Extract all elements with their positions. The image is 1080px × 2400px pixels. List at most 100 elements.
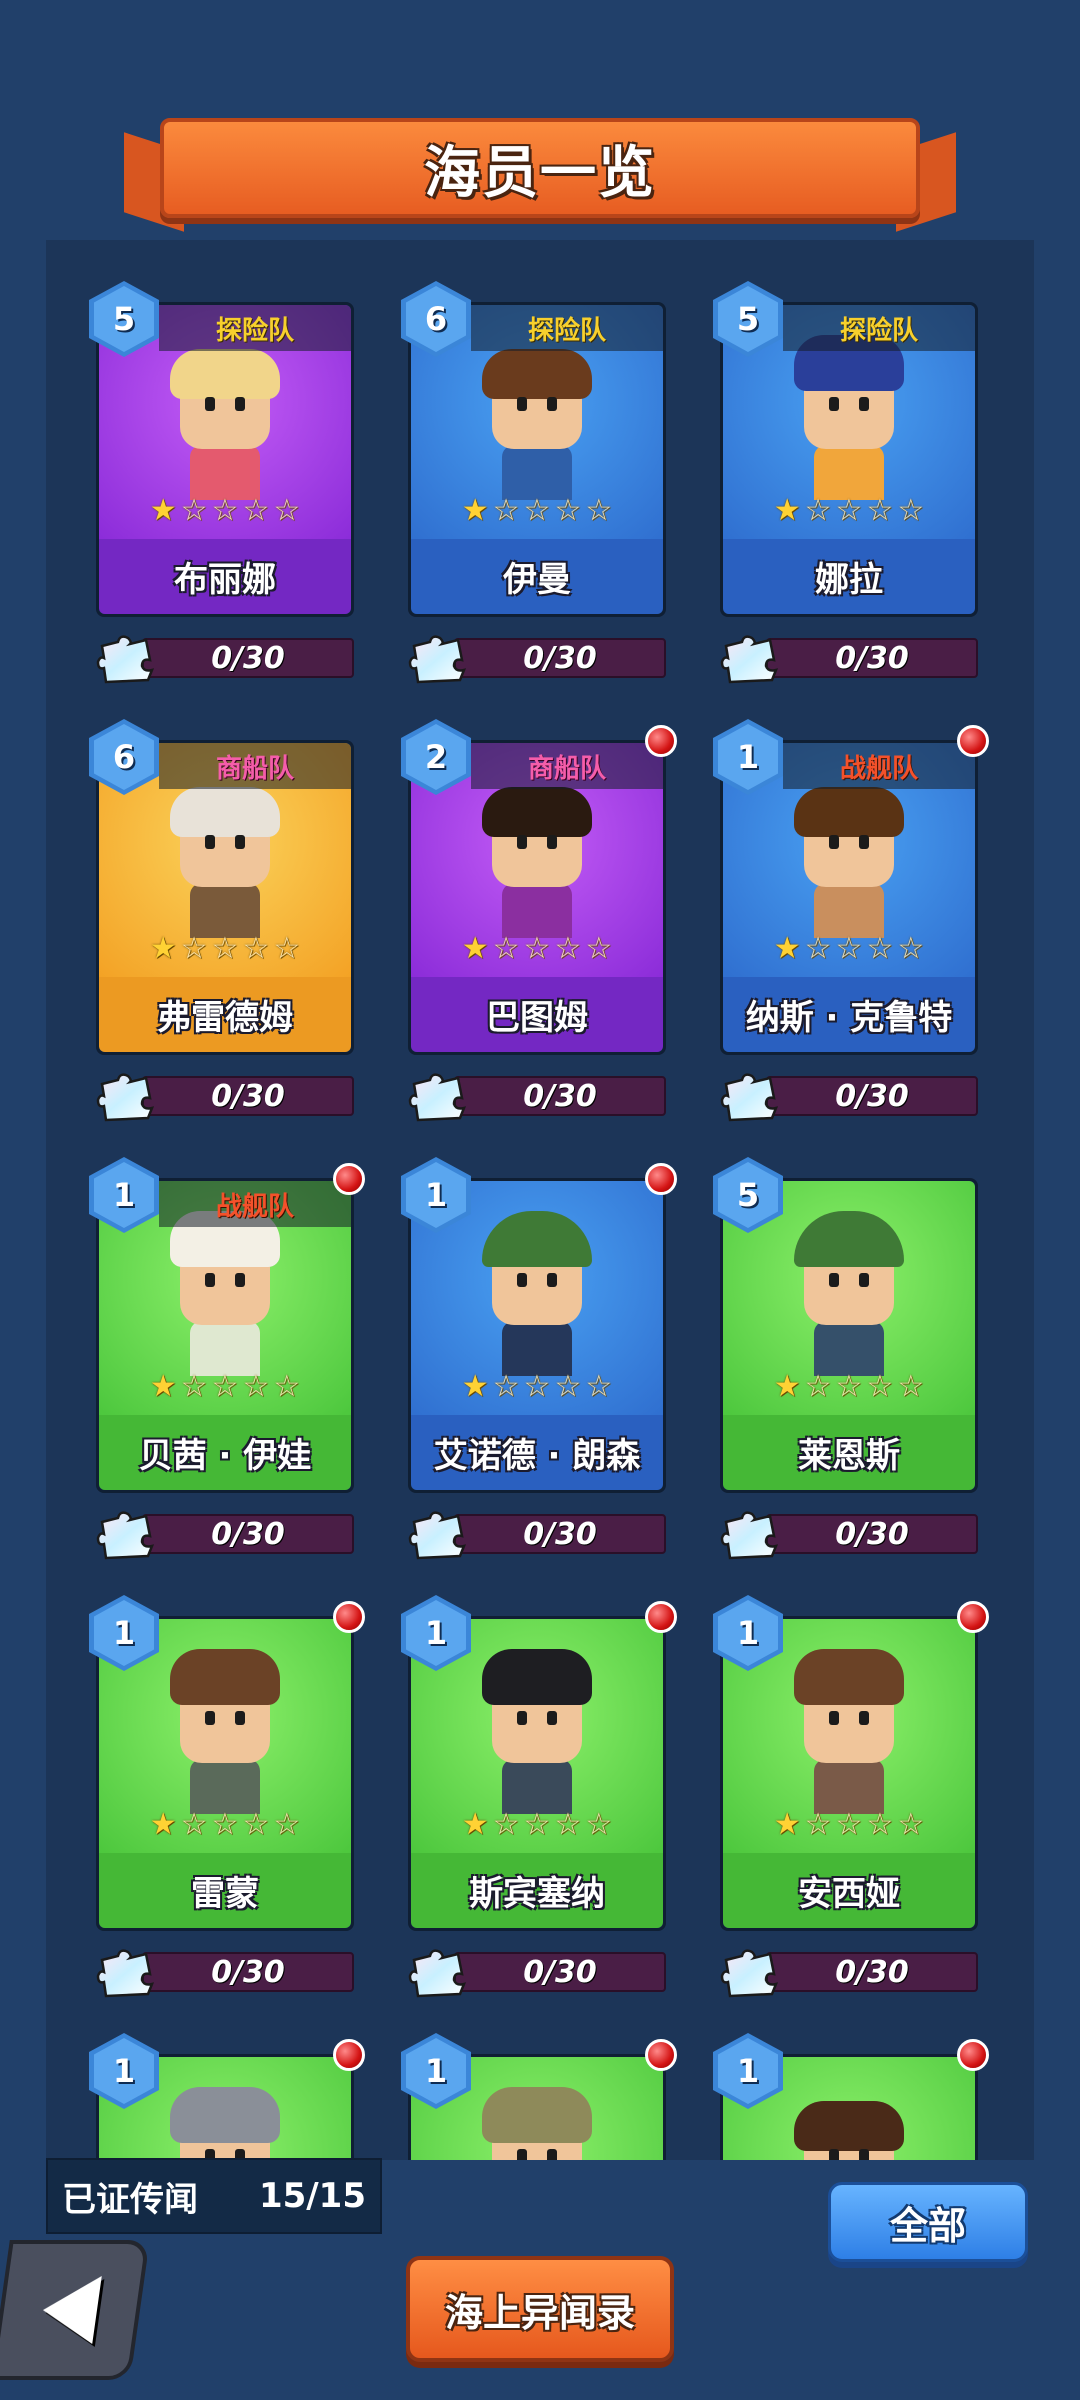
- portrait-hair: [170, 349, 280, 399]
- star-icon: ★: [773, 1369, 801, 1404]
- notification-dot-icon: [957, 1601, 989, 1633]
- crew-portrait: [779, 2087, 919, 2160]
- shard-progress: 0/30: [96, 1946, 354, 1998]
- portrait-eye: [547, 1711, 557, 1725]
- crew-card[interactable]: 1: [713, 2033, 989, 2160]
- star-icon: ☆: [897, 1807, 925, 1842]
- crew-card-body: 探险队 ★ ☆ ☆ ☆ ☆ 娜拉: [723, 305, 975, 614]
- crew-card[interactable]: 探险队 ★ ☆ ☆ ☆ ☆ 娜拉 5: [713, 281, 978, 617]
- portrait-eye: [547, 1273, 557, 1287]
- star-icon: ☆: [554, 1369, 582, 1404]
- star-icon: ☆: [211, 1369, 239, 1404]
- shard-progress-bar: 0/30: [766, 638, 978, 678]
- crew-card[interactable]: 战舰队 ★ ☆ ☆ ☆ ☆ 纳斯 · 克鲁特 1: [713, 719, 989, 1055]
- crew-card[interactable]: 战舰队 ★ ☆ ☆ ☆ ☆ 贝茜 · 伊娃 1: [89, 1157, 365, 1493]
- crew-portrait: [155, 1211, 295, 1376]
- portrait-hair: [794, 1211, 904, 1267]
- crew-list-panel[interactable]: 探险队 ★ ☆ ☆ ☆ ☆ 布丽娜 5 0/30 探险队 ★ ☆ ☆ ☆ ☆ 伊曼 6 0/30 探险队 ★ ☆ ☆ ☆ ☆ 娜…: [46, 240, 1034, 2160]
- shard-progress: 0/30: [408, 1508, 666, 1560]
- notification-dot-icon: [957, 725, 989, 757]
- shard-progress: 0/30: [720, 1508, 978, 1560]
- all-filter-button[interactable]: 全部: [828, 2182, 1028, 2262]
- portrait-hair: [794, 1649, 904, 1705]
- faction-label: 探险队: [159, 305, 351, 351]
- crew-card[interactable]: 1: [401, 2033, 677, 2160]
- crew-card[interactable]: ★ ☆ ☆ ☆ ☆ 艾诺德 · 朗森 1: [401, 1157, 677, 1493]
- crew-card-body: ★ ☆ ☆ ☆ ☆ 斯宾塞纳: [411, 1619, 663, 1928]
- star-icon: ★: [461, 1807, 489, 1842]
- portrait-body: [814, 1759, 884, 1814]
- portrait-eye: [859, 397, 869, 411]
- puzzle-piece-icon: [408, 1949, 466, 1998]
- shard-progress-text: 0/30: [523, 1954, 597, 1990]
- crew-name-plate: 布丽娜: [99, 539, 351, 614]
- notification-dot-icon: [957, 2039, 989, 2071]
- star-icon: ★: [461, 1369, 489, 1404]
- star-icon: ★: [773, 1807, 801, 1842]
- star-icon: ☆: [180, 493, 208, 528]
- portrait-eye: [517, 1711, 527, 1725]
- portrait-hair: [170, 787, 280, 837]
- portrait-eye: [205, 1273, 215, 1287]
- puzzle-piece-icon: [720, 1949, 778, 1998]
- shard-progress-bar: 0/30: [766, 1952, 978, 1992]
- shard-progress-text: 0/30: [211, 640, 285, 676]
- crew-name: 莱恩斯: [798, 1436, 900, 1476]
- notification-dot-icon: [645, 1163, 677, 1195]
- star-icon: ★: [149, 1369, 177, 1404]
- crew-grid: 探险队 ★ ☆ ☆ ☆ ☆ 布丽娜 5 0/30 探险队 ★ ☆ ☆ ☆ ☆ 伊曼 6 0/30 探险队 ★ ☆ ☆ ☆ ☆ 娜…: [46, 240, 1034, 2160]
- star-icon: ☆: [897, 1369, 925, 1404]
- crew-card[interactable]: 探险队 ★ ☆ ☆ ☆ ☆ 伊曼 6: [401, 281, 666, 617]
- shard-progress-bar: 0/30: [454, 1952, 666, 1992]
- faction-label: 战舰队: [783, 743, 975, 789]
- star-icon: ☆: [242, 1807, 270, 1842]
- portrait-hair: [482, 787, 592, 837]
- star-rating: ★ ☆ ☆ ☆ ☆: [99, 1809, 351, 1841]
- star-icon: ★: [461, 493, 489, 528]
- crew-card-body: ★ ☆ ☆ ☆ ☆ 安西娅: [723, 1619, 975, 1928]
- crew-name: 安西娅: [798, 1874, 900, 1914]
- crew-name-plate: 斯宾塞纳: [411, 1853, 663, 1928]
- crew-portrait: [155, 773, 295, 938]
- crew-card[interactable]: ★ ☆ ☆ ☆ ☆ 雷蒙 1: [89, 1595, 365, 1931]
- portrait-eye: [235, 1273, 245, 1287]
- crew-card[interactable]: ★ ☆ ☆ ☆ ☆ 莱恩斯 5: [713, 1157, 978, 1493]
- crew-card[interactable]: 商船队 ★ ☆ ☆ ☆ ☆ 弗雷德姆 6: [89, 719, 354, 1055]
- portrait-eye: [547, 835, 557, 849]
- star-rating: ★ ☆ ☆ ☆ ☆: [411, 1809, 663, 1841]
- star-icon: ★: [149, 493, 177, 528]
- crew-card[interactable]: 商船队 ★ ☆ ☆ ☆ ☆ 巴图姆 2: [401, 719, 677, 1055]
- shard-progress: 0/30: [96, 1070, 354, 1122]
- shard-progress-text: 0/30: [835, 1954, 909, 1990]
- crew-card[interactable]: ★ ☆ ☆ ☆ ☆ 安西娅 1: [713, 1595, 989, 1931]
- portrait-eye: [829, 835, 839, 849]
- faction-label: 商船队: [471, 743, 663, 789]
- crew-name-plate: 莱恩斯: [723, 1415, 975, 1490]
- page-title: 海员一览: [424, 140, 656, 206]
- star-icon: ☆: [523, 931, 551, 966]
- crew-portrait: [155, 2087, 295, 2160]
- title-banner: 海员一览: [160, 118, 920, 218]
- crew-portrait: [155, 335, 295, 500]
- portrait-eye: [859, 1273, 869, 1287]
- crew-card[interactable]: 探险队 ★ ☆ ☆ ☆ ☆ 布丽娜 5: [89, 281, 354, 617]
- portrait-eye: [205, 397, 215, 411]
- crew-card-body: 商船队 ★ ☆ ☆ ☆ ☆ 弗雷德姆: [99, 743, 351, 1052]
- crew-card-body: 战舰队 ★ ☆ ☆ ☆ ☆ 纳斯 · 克鲁特: [723, 743, 975, 1052]
- crew-card[interactable]: 1: [89, 2033, 365, 2160]
- faction-label: 探险队: [471, 305, 663, 351]
- notification-dot-icon: [333, 1163, 365, 1195]
- star-icon: ☆: [211, 931, 239, 966]
- star-rating: ★ ☆ ☆ ☆ ☆: [99, 495, 351, 527]
- rumor-status: 已证传闻 15/15: [46, 2158, 382, 2234]
- star-icon: ☆: [866, 1807, 894, 1842]
- star-icon: ☆: [180, 1807, 208, 1842]
- star-icon: ☆: [866, 493, 894, 528]
- sea-chronicle-button[interactable]: 海上异闻录: [406, 2256, 674, 2362]
- puzzle-piece-icon: [96, 635, 154, 684]
- crew-card[interactable]: ★ ☆ ☆ ☆ ☆ 斯宾塞纳 1: [401, 1595, 677, 1931]
- star-icon: ☆: [242, 931, 270, 966]
- crew-portrait: [779, 1649, 919, 1814]
- back-button[interactable]: [0, 2240, 150, 2380]
- crew-name-plate: 安西娅: [723, 1853, 975, 1928]
